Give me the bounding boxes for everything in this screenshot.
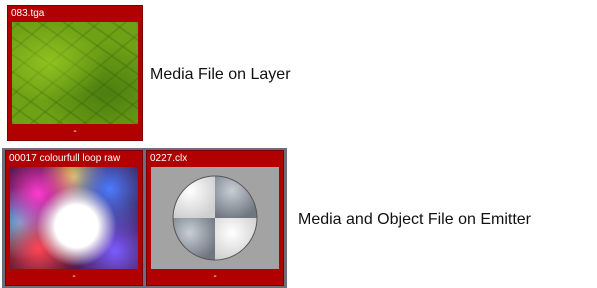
colour-loop-thumbnail [10, 167, 138, 269]
emitter-media-tile[interactable]: 00017 colourfull loop raw - [5, 150, 143, 286]
layer-media-footer: - [73, 126, 77, 137]
emitter-media-filename: 00017 colourfull loop raw [9, 153, 121, 164]
emitter-media-footer: - [72, 271, 76, 282]
layer-media-filename: 083.tga [11, 8, 45, 19]
leaf-texture-thumbnail [12, 22, 138, 124]
emitter-object-tile[interactable]: 0227.clx - [146, 150, 284, 286]
layer-caption: Media File on Layer [150, 66, 291, 83]
checker-sphere-icon [172, 175, 258, 261]
emitter-object-filename: 0227.clx [150, 153, 188, 164]
object-thumbnail [151, 167, 279, 269]
layer-media-tile[interactable]: 083.tga - [7, 5, 143, 141]
emitter-caption: Media and Object File on Emitter [298, 211, 531, 228]
emitter-object-footer: - [213, 271, 217, 282]
